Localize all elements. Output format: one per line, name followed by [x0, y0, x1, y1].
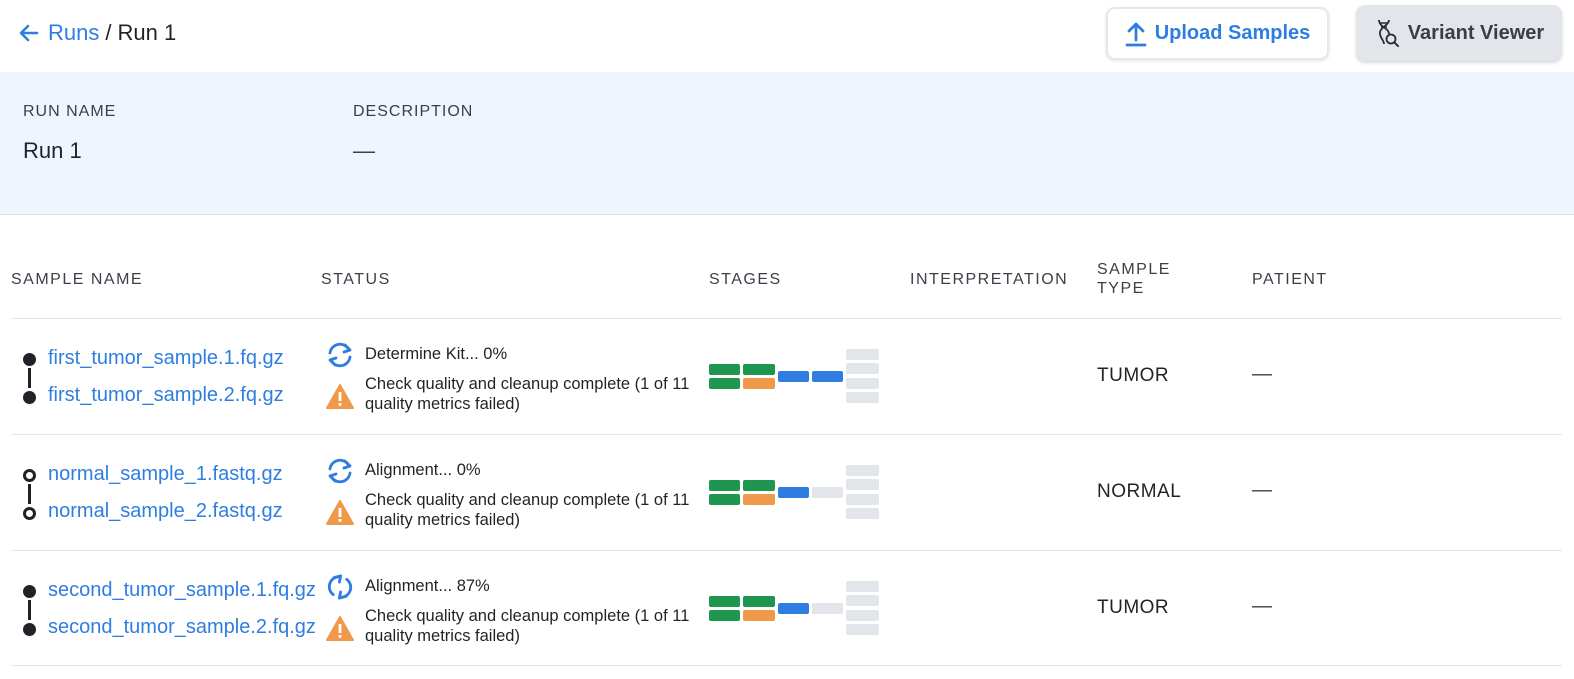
sample-type-header-line2: TYPE [1097, 280, 1145, 297]
sample-pair-connector [23, 353, 37, 404]
stage-segment-pending [846, 595, 879, 606]
stage-segment-warning [743, 610, 775, 621]
column-header-sample-name[interactable]: SAMPLE NAME [11, 270, 143, 289]
upload-samples-label: Upload Samples [1154, 22, 1311, 44]
stage-segment-pending [812, 603, 843, 614]
sample-file-link[interactable]: normal_sample_2.fastq.gz [48, 500, 283, 523]
column-header-stages[interactable]: STAGES [709, 270, 782, 289]
breadcrumb-separator: / [105, 20, 112, 45]
sample-file-link[interactable]: second_tumor_sample.1.fq.gz [48, 579, 316, 602]
table-row[interactable]: second_tumor_sample.1.fq.gz second_tumor… [11, 550, 1562, 666]
description-value: — [353, 138, 375, 163]
sample-file-link[interactable]: first_tumor_sample.2.fq.gz [48, 384, 284, 407]
stage-progress-bar [709, 465, 881, 521]
variant-viewer-label: Variant Viewer [1407, 21, 1545, 44]
sample-type-header-line1: SAMPLE [1097, 261, 1171, 278]
table-row[interactable]: first_tumor_sample.1.fq.gz first_tumor_s… [11, 318, 1562, 434]
status-warning-text: Check quality and cleanup complete (1 of… [365, 375, 690, 413]
warning-triangle-icon [326, 500, 354, 525]
sample-dot [23, 507, 36, 520]
stage-segment-complete [743, 364, 775, 375]
status-warning-text: Check quality and cleanup complete (1 of… [365, 607, 690, 645]
status-progress-text: Alignment... 0% [365, 461, 481, 479]
stage-progress-bar [709, 581, 881, 637]
stage-segment-running [778, 371, 809, 382]
sync-icon [328, 458, 352, 484]
column-header-status[interactable]: STATUS [321, 270, 391, 289]
stage-progress-bar [709, 349, 881, 405]
stage-segment-complete [709, 596, 740, 607]
stage-segment-complete [709, 480, 740, 491]
stage-segment-warning [743, 378, 775, 389]
stage-segment-pending [846, 581, 879, 592]
sample-dot [23, 353, 36, 366]
stage-segment-pending [846, 349, 879, 360]
upload-samples-button[interactable]: Upload Samples [1106, 7, 1329, 60]
status-warning-text: Check quality and cleanup complete (1 of… [365, 491, 690, 529]
run-name-value: Run 1 [23, 138, 82, 163]
connector-line [28, 600, 31, 620]
patient-value: — [1252, 479, 1272, 501]
stage-segment-pending [846, 363, 879, 374]
sample-dot [23, 623, 36, 636]
patient-value: — [1252, 363, 1272, 385]
stage-segment-complete [709, 378, 740, 389]
stage-segment-pending [846, 624, 879, 635]
sync-icon [327, 574, 353, 600]
stage-segment-complete [709, 364, 740, 375]
stage-segment-complete [709, 610, 740, 621]
variant-viewer-button[interactable]: Variant Viewer [1356, 5, 1562, 61]
sample-type-value: NORMAL [1097, 481, 1182, 502]
sync-icon [328, 342, 352, 368]
warning-triangle-icon [326, 384, 354, 409]
sample-dot [23, 469, 36, 482]
sample-pair-connector [23, 469, 37, 520]
stage-segment-running [778, 603, 809, 614]
sample-dot [23, 391, 36, 404]
description-label: DESCRIPTION [353, 103, 474, 120]
patient-value: — [1252, 595, 1272, 617]
stage-segment-pending [846, 392, 879, 403]
stage-segment-pending [846, 479, 879, 490]
sample-type-value: TUMOR [1097, 365, 1170, 386]
stage-segment-pending [846, 494, 879, 505]
stage-segment-running [778, 487, 809, 498]
column-header-interpretation[interactable]: INTERPRETATION [910, 270, 1068, 289]
sample-file-link[interactable]: second_tumor_sample.2.fq.gz [48, 616, 316, 639]
sample-pair-connector [23, 585, 37, 636]
connector-line [28, 484, 31, 504]
stage-segment-pending [846, 378, 879, 389]
run-info-panel: RUN NAME Run 1 DESCRIPTION — [0, 72, 1574, 215]
table-row[interactable]: normal_sample_1.fastq.gz normal_sample_2… [11, 434, 1562, 550]
sample-file-link[interactable]: first_tumor_sample.1.fq.gz [48, 347, 284, 370]
stage-segment-pending [846, 610, 879, 621]
sample-type-value: TUMOR [1097, 597, 1170, 618]
dna-search-icon [1377, 19, 1399, 47]
stage-segment-pending [846, 465, 879, 476]
breadcrumb-current: Run 1 [117, 20, 177, 45]
status-progress-text: Determine Kit... 0% [365, 345, 508, 363]
column-header-patient[interactable]: PATIENT [1252, 270, 1328, 289]
stage-segment-pending [812, 487, 843, 498]
connector-line [28, 368, 31, 388]
upload-icon [1125, 22, 1147, 46]
stage-segment-complete [743, 480, 775, 491]
stage-segment-warning [743, 494, 775, 505]
top-bar: Runs / Run 1 Upload Samples Variant View… [0, 0, 1574, 72]
arrow-left-icon[interactable] [18, 22, 40, 44]
status-progress-text: Alignment... 87% [365, 577, 490, 595]
sample-dot [23, 585, 36, 598]
stage-segment-complete [709, 494, 740, 505]
breadcrumb-runs-link[interactable]: Runs [48, 20, 99, 46]
breadcrumb: Runs / Run 1 [18, 20, 176, 46]
run-name-label: RUN NAME [23, 103, 117, 120]
sample-file-link[interactable]: normal_sample_1.fastq.gz [48, 463, 283, 486]
stage-segment-running [812, 371, 843, 382]
column-header-sample-type[interactable]: SAMPLE TYPE [1097, 260, 1171, 298]
warning-triangle-icon [326, 616, 354, 641]
stage-segment-pending [846, 508, 879, 519]
stage-segment-complete [743, 596, 775, 607]
